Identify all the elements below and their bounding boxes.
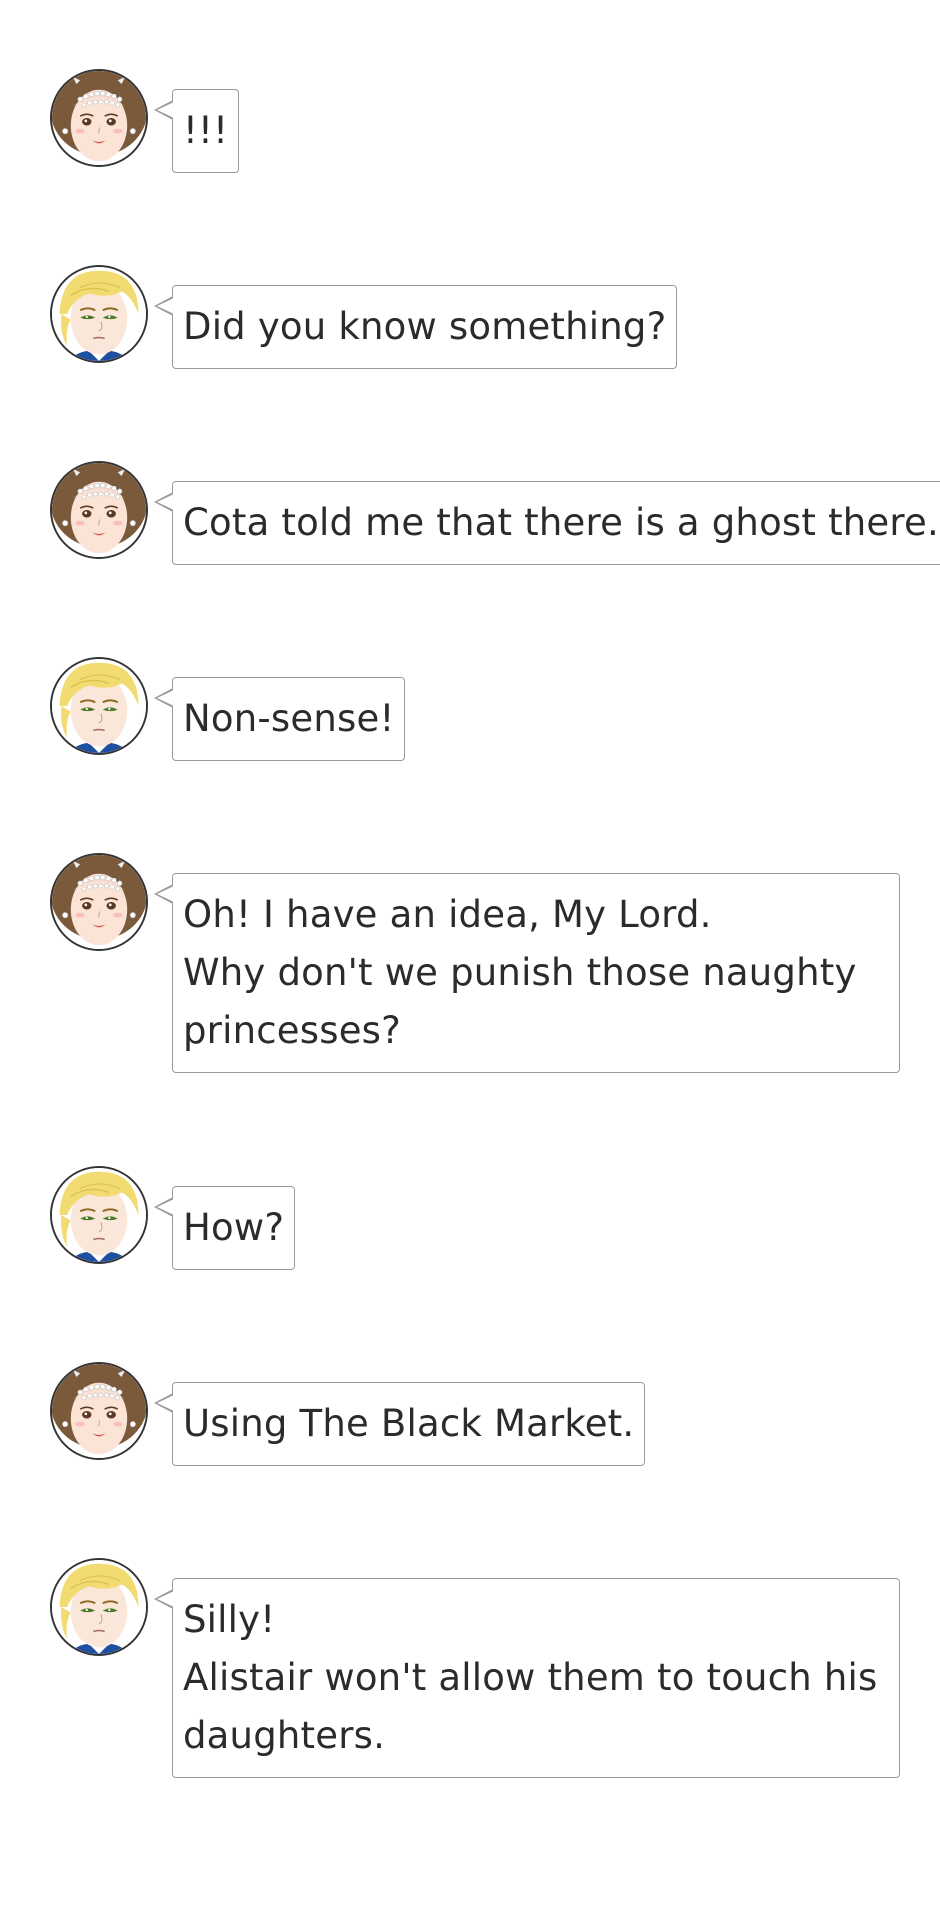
message-text: !!! [183,109,229,152]
speech-bubble: Non-sense! [153,677,406,761]
lord-avatar-icon [50,657,148,755]
speech-bubble: Silly! Alistair won't allow them to touc… [154,1578,900,1778]
lord-avatar-icon [50,1558,148,1656]
speech-bubble: Oh! I have an idea, My Lord. Why don't w… [154,873,900,1073]
speech-bubble: How? [153,1186,296,1270]
message-text: Did you know something? [183,305,667,348]
speech-bubble: Cota told me that there is a ghost there… [154,481,940,565]
message-text: Why don't we punish those naughty prince… [183,951,857,1052]
message-text: Non-sense! [183,697,395,740]
message-text: Oh! I have an idea, My Lord. [183,893,712,936]
lord-avatar-icon [50,265,148,363]
message-text: Cota told me that there is a ghost there… [183,501,939,544]
lady-avatar-icon [50,1362,148,1460]
message-text: How? [183,1206,285,1249]
message-text: Using The Black Market. [183,1402,635,1445]
speech-bubble: Did you know something? [153,285,678,369]
message-text: Alistair won't allow them to touch his d… [183,1656,878,1757]
message-text: Silly! [183,1598,276,1641]
lady-avatar-icon [50,69,148,167]
lady-avatar-icon [50,461,148,559]
lady-avatar-icon [50,853,148,951]
lord-avatar-icon [50,1166,148,1264]
speech-bubble: !!! [153,89,240,173]
speech-bubble: Using The Black Market. [153,1382,646,1466]
